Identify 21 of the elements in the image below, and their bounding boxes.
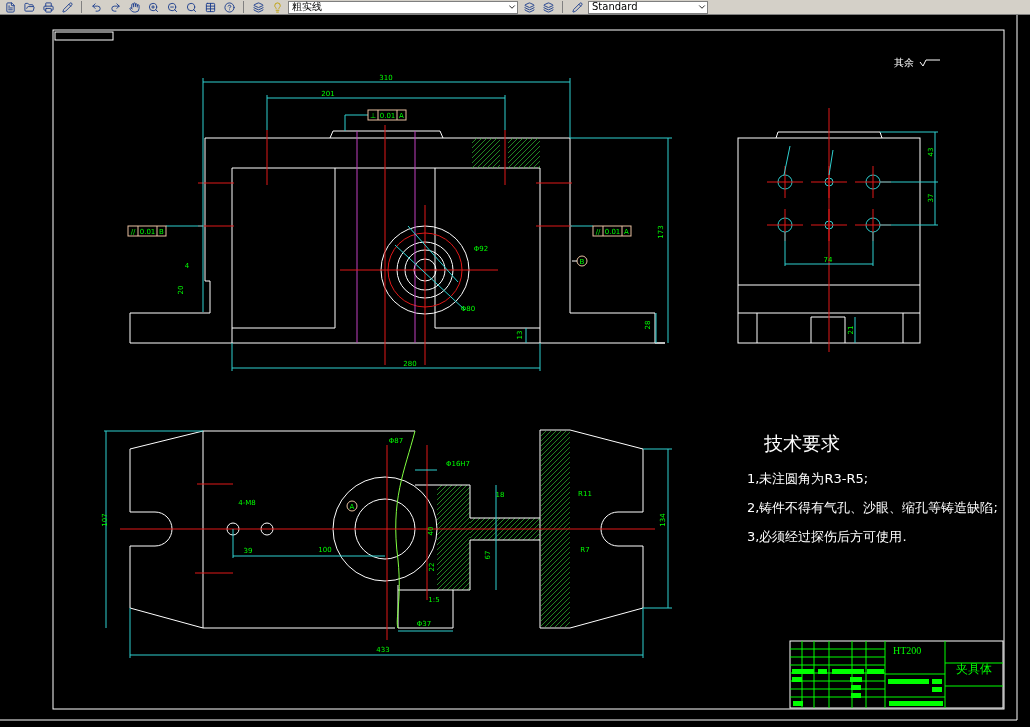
roughness-note: 其余: [894, 57, 914, 68]
layers-icon[interactable]: [521, 0, 537, 14]
toolbar-button[interactable]: [221, 0, 237, 14]
text-style-dropdown[interactable]: Standard: [588, 0, 708, 14]
requirement-item: 2,铸件不得有气孔、沙眼、缩孔等铸造缺陷;: [747, 500, 998, 515]
toolbar-button[interactable]: [40, 0, 56, 14]
dropdown-caret-icon[interactable]: [507, 2, 517, 12]
toolbar-button[interactable]: [59, 0, 75, 14]
part-name: 夹具体: [956, 662, 992, 676]
dropdown-caret-icon[interactable]: [697, 2, 707, 12]
requirement-item: 3,必须经过探伤后方可使用.: [747, 529, 907, 544]
material-text: HT200: [893, 645, 922, 656]
requirements-title: 技术要求: [764, 432, 840, 454]
layers-icon[interactable]: [540, 0, 556, 14]
toolbar-button[interactable]: [126, 0, 142, 14]
layers-icon[interactable]: [250, 0, 266, 14]
toolbar-button[interactable]: [21, 0, 37, 14]
roughness-symbol-icon: [919, 59, 941, 67]
requirement-item: 1,未注圆角为R3-R5;: [747, 471, 869, 486]
layer-dropdown[interactable]: 粗实线: [288, 0, 518, 14]
text-style-icon[interactable]: [569, 0, 585, 14]
